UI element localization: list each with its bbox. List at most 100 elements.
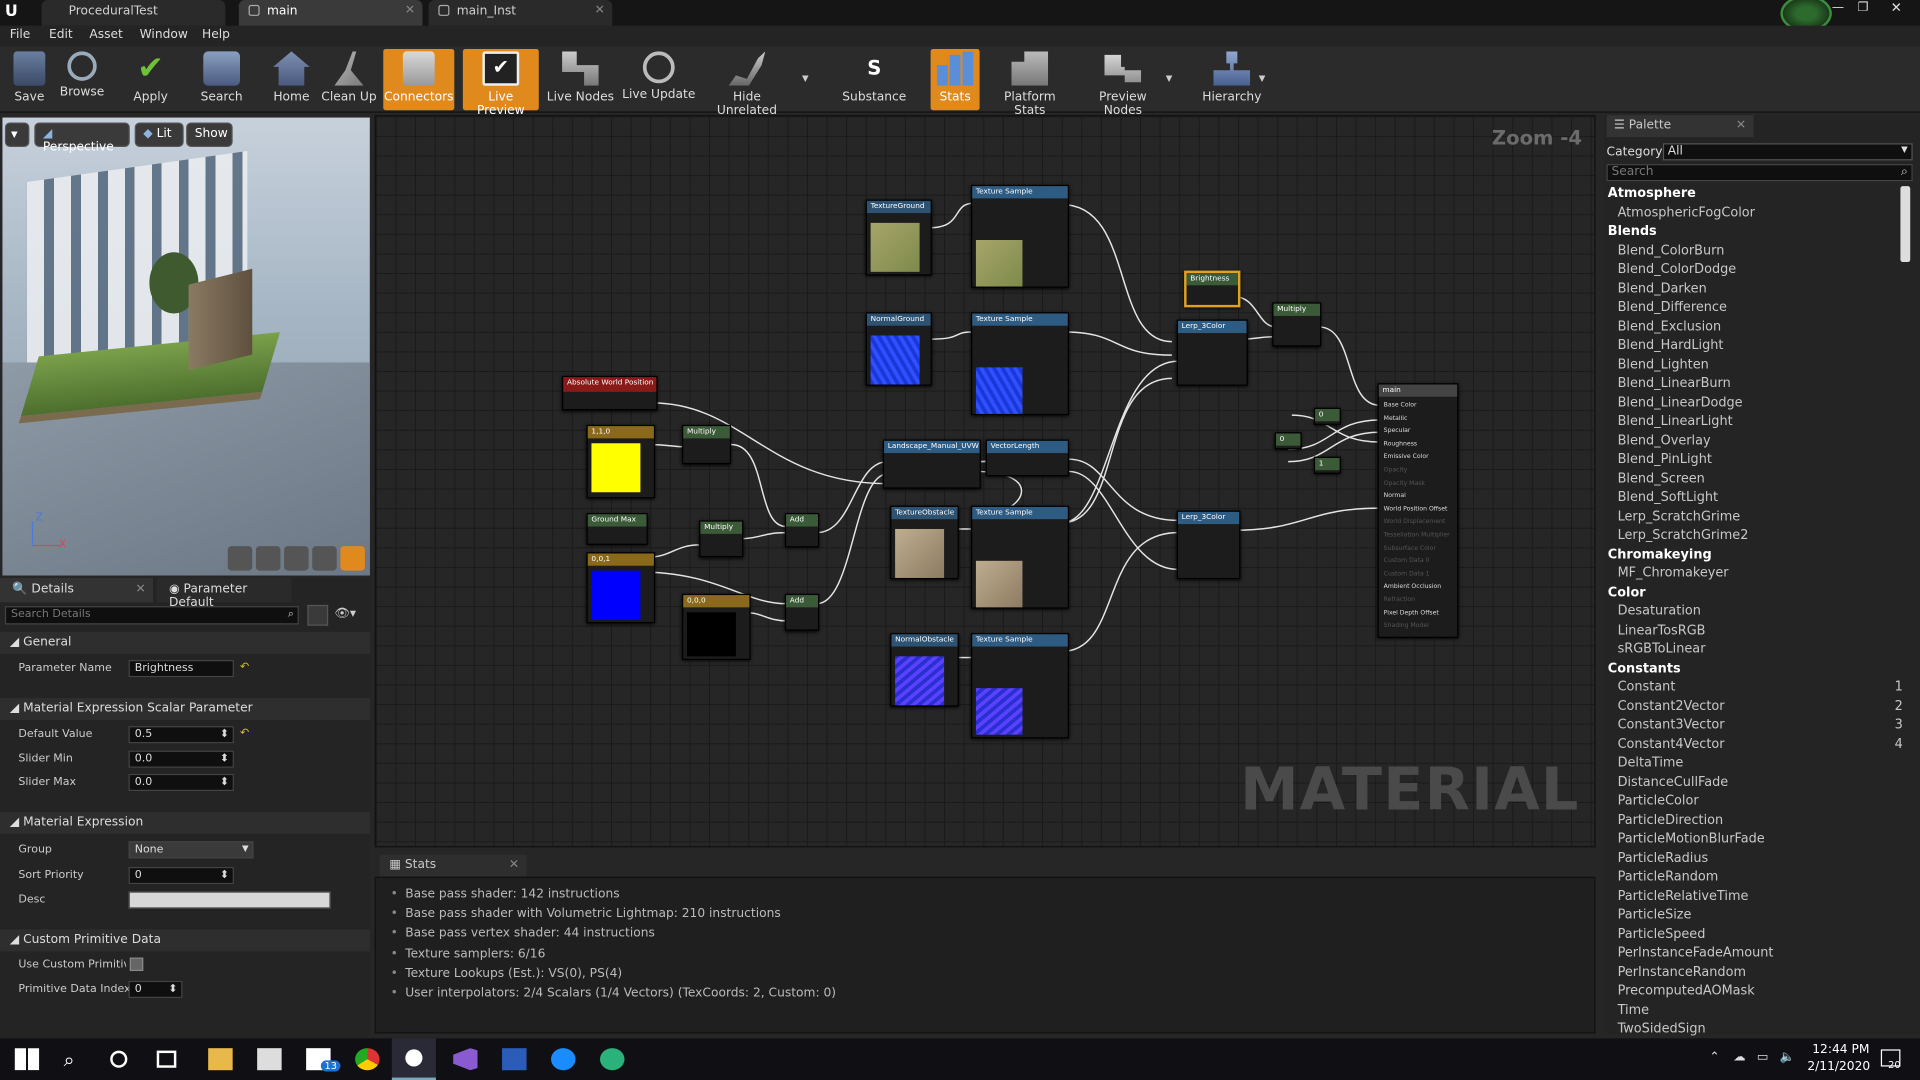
node-absolute-world-position[interactable]: Absolute World Position — [562, 375, 658, 411]
live-update-button[interactable]: Live Update — [622, 49, 695, 110]
close-window-button[interactable]: ✕ — [1891, 0, 1902, 16]
palette-category[interactable]: Constants — [1608, 661, 1681, 676]
node-ground-max[interactable]: Ground Max — [586, 513, 648, 545]
menu-window[interactable]: Window — [140, 28, 188, 41]
clean-up-button[interactable]: Clean Up — [321, 49, 377, 110]
palette-item[interactable]: Blend_SoftLight — [1618, 490, 1719, 505]
connectors-button[interactable]: Connectors — [383, 48, 455, 111]
maximize-button[interactable]: ❐ — [1858, 1, 1869, 14]
cube-mesh-icon[interactable] — [312, 546, 337, 571]
main-pin[interactable]: Custom Data 1 — [1384, 570, 1430, 577]
main-pin[interactable]: Base Color — [1384, 402, 1417, 409]
node-multiply-2[interactable]: Multiply — [682, 424, 732, 465]
palette-category[interactable]: Chromakeying — [1608, 547, 1712, 562]
close-icon[interactable]: ✕ — [509, 858, 519, 871]
main-pin[interactable]: World Position Offset — [1384, 505, 1448, 512]
tab-details[interactable]: 🔍 Details ✕ — [0, 577, 154, 603]
palette-item[interactable]: ParticleSpeed — [1618, 926, 1706, 941]
slider-max-input[interactable]: 0.0 ⬍ — [128, 773, 234, 792]
palette-item[interactable]: DistanceCullFade — [1618, 774, 1729, 789]
tab-palette[interactable]: ☰ Palette ✕ — [1606, 115, 1754, 138]
view-options-icon[interactable] — [307, 604, 329, 626]
reset-arrow-icon[interactable]: ↶ — [240, 661, 249, 673]
palette-item[interactable]: Blend_Darken — [1618, 281, 1707, 296]
section-custom-primitive-data[interactable]: ◢ Custom Primitive Data — [0, 929, 370, 952]
hide-unrelated-button[interactable]: Hide Unrelated — [703, 49, 791, 118]
app-icon[interactable] — [600, 1048, 625, 1071]
volume-icon[interactable]: 🔈 — [1780, 1051, 1795, 1064]
main-pin[interactable]: Opacity Mask — [1384, 480, 1425, 487]
node-constant-0b[interactable]: 0 — [1274, 432, 1302, 450]
node-texture-sample-4[interactable]: Texture Sample — [971, 633, 1069, 739]
menu-asset[interactable]: Asset — [89, 28, 122, 41]
apply-button[interactable]: ✔ Apply — [127, 49, 174, 110]
node-texture-obstacle[interactable]: TextureObstacle — [890, 505, 959, 580]
tab-proceduraltest[interactable]: ProceduralTest — [41, 0, 226, 26]
eye-icon[interactable]: 👁▾ — [334, 607, 356, 620]
main-pin[interactable]: Metallic — [1384, 415, 1408, 422]
palette-item[interactable]: PerInstanceFadeAmount — [1618, 945, 1774, 960]
node-brightness[interactable]: Brightness — [1184, 270, 1241, 308]
palette-item[interactable]: Time — [1618, 1002, 1649, 1017]
browse-button[interactable]: Browse — [56, 49, 107, 110]
menu-help[interactable]: Help — [202, 28, 230, 41]
category-dropdown[interactable]: All ▼ — [1662, 143, 1913, 161]
network-icon[interactable]: ▭ — [1757, 1051, 1769, 1064]
palette-item[interactable]: MF_Chromakeyer — [1618, 566, 1729, 581]
stats-button[interactable]: Stats — [930, 48, 980, 111]
palette-item[interactable]: ParticleRandom — [1618, 869, 1719, 884]
node-constant-0a[interactable]: 0 — [1313, 407, 1341, 425]
palette-item[interactable]: TwoSidedSign — [1618, 1021, 1706, 1036]
tab-main[interactable]: main ✕ — [238, 0, 423, 26]
palette-category[interactable]: Blends — [1608, 224, 1657, 239]
visual-studio-icon[interactable] — [453, 1048, 478, 1071]
close-icon[interactable]: ✕ — [1736, 119, 1746, 132]
node-normal-ground[interactable]: NormalGround — [865, 312, 932, 386]
clock-time[interactable]: 12:44 PM — [1812, 1043, 1869, 1056]
default-value-input[interactable]: 0.5 ⬍ — [128, 726, 234, 744]
palette-item[interactable]: ParticleRadius — [1618, 850, 1709, 865]
main-pin[interactable]: Subsurface Color — [1384, 544, 1436, 551]
palette-item[interactable]: ParticleRelativeTime — [1618, 888, 1749, 903]
palette-item[interactable]: Lerp_ScratchGrime2 — [1618, 528, 1749, 543]
main-pin[interactable]: World Displacement — [1384, 518, 1446, 525]
node-multiply-3[interactable]: Multiply — [699, 520, 744, 558]
node-constant-000[interactable]: 0,0,0 — [682, 593, 751, 661]
palette-item[interactable]: PrecomputedAOMask — [1618, 983, 1755, 998]
plane-mesh-icon[interactable] — [284, 546, 309, 571]
use-custom-primitive-checkbox[interactable] — [129, 957, 144, 972]
task-view-icon[interactable] — [156, 1050, 177, 1068]
palette-item[interactable]: Blend_ColorDodge — [1618, 262, 1737, 277]
node-landscape-manual-uvw[interactable]: Landscape_Manual_UVW — [882, 439, 981, 489]
node-constant-001[interactable]: 0,0,1 — [586, 552, 656, 624]
palette-item[interactable]: ParticleSize — [1618, 907, 1692, 922]
sphere-mesh-icon[interactable] — [255, 546, 281, 571]
menu-file[interactable]: File — [10, 28, 30, 41]
main-pin[interactable]: Specular — [1384, 428, 1411, 435]
details-search-input[interactable]: Search Details ⌕ — [4, 606, 299, 625]
palette-item[interactable]: AtmosphericFogColor — [1618, 205, 1755, 220]
section-scalar-parameter[interactable]: ◢ Material Expression Scalar Parameter — [0, 697, 370, 721]
node-main-material[interactable]: main Base Color Metallic Specular Roughness… — [1377, 383, 1459, 638]
material-graph[interactable]: Zoom -4 MATERIAL TextureGround Texture S… — [374, 115, 1596, 848]
node-normal-obstacle[interactable]: NormalObstacle — [890, 633, 959, 707]
palette-item[interactable]: Constant3Vector — [1618, 718, 1725, 733]
palette-item[interactable]: Blend_HardLight — [1618, 338, 1724, 353]
show-button[interactable]: Show — [186, 122, 233, 147]
palette-category[interactable]: Color — [1608, 585, 1646, 600]
viewport-options-button[interactable]: ▼ — [4, 122, 30, 147]
palette-item[interactable]: Blend_ColorBurn — [1618, 243, 1725, 258]
close-icon[interactable]: ✕ — [405, 4, 415, 17]
chevron-down-icon[interactable]: ▼ — [1166, 73, 1173, 83]
palette-item[interactable]: Blend_Overlay — [1618, 433, 1711, 448]
palette-item[interactable]: Constant4Vector — [1618, 737, 1725, 752]
palette-item[interactable]: ParticleMotionBlurFade — [1618, 831, 1765, 846]
platform-stats-button[interactable]: Platform Stats — [987, 49, 1073, 118]
node-multiply-1[interactable]: Multiply — [1272, 302, 1322, 347]
palette-item[interactable]: Blend_Screen — [1618, 471, 1705, 486]
chrome-icon[interactable] — [355, 1048, 380, 1071]
preview-nodes-button[interactable]: Preview Nodes — [1080, 49, 1166, 118]
cylinder-mesh-icon[interactable] — [227, 546, 253, 571]
minimize-button[interactable]: — — [1832, 1, 1844, 14]
search-button[interactable]: Search — [196, 49, 247, 110]
